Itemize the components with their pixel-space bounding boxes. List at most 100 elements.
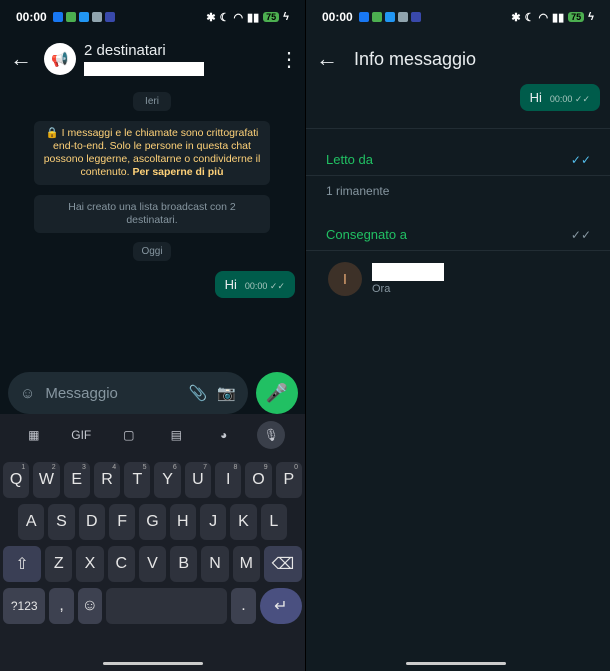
key-label: B [178,555,190,572]
key-number-hint: 1 [21,464,26,471]
key-label: C [115,555,128,572]
backspace-key[interactable]: ⌫ [263,546,303,582]
sticker-icon[interactable]: ▢ [105,428,153,442]
divider [306,128,610,129]
key-h[interactable]: H [169,504,196,540]
charging-icon: ϟ [588,11,594,23]
key-label: V [147,555,158,572]
grid-icon[interactable]: ▦ [10,428,58,442]
key-p[interactable]: P0 [275,462,302,498]
key-label: E [71,471,83,488]
attach-icon[interactable]: 📎 [189,384,208,402]
outgoing-message[interactable]: Hi 00:00 ✓✓ [214,271,295,298]
key-n[interactable]: N [201,546,229,582]
sticker-icon[interactable]: ☺ [20,385,35,402]
broadcast-avatar[interactable]: 📢 [44,43,76,75]
key-b[interactable]: B [170,546,198,582]
app-icon [384,12,395,22]
key-label: M [239,555,253,572]
key-label: L [269,513,279,530]
key-a[interactable]: A [18,504,45,540]
key-f[interactable]: F [108,504,136,540]
key-i[interactable]: I8 [215,462,242,498]
key-x[interactable]: X [76,546,104,582]
app-icon [104,12,115,22]
facebook-icon [52,12,63,22]
key-z[interactable]: Z [45,546,73,582]
notification-icons [358,12,421,22]
key-label: Q [9,471,23,488]
key-label: J [209,513,218,530]
key-e[interactable]: E3 [63,462,90,498]
message-timestamp: 00:00 [244,281,268,291]
voice-record-button[interactable]: 🎤 [256,372,298,414]
key-t[interactable]: T5 [124,462,151,498]
back-arrow-icon[interactable]: ← [10,46,34,72]
read-by-section: Letto da ✓✓ [306,152,610,167]
key-l[interactable]: L [260,504,287,540]
message-list: Ieri 🔒 I messaggi e le chiamate sono cri… [0,84,305,414]
key-number-hint: 0 [294,464,298,471]
key-m[interactable]: M [232,546,260,582]
key-row-3: ⇧ Z X C V B N M ⌫ [0,546,305,582]
read-by-label: Letto da [326,152,373,167]
mic-icon: 🎤 [265,382,289,403]
key-label: A [25,513,37,530]
key-label: D [86,513,98,530]
chat-title-block[interactable]: 2 destinatari [84,42,279,76]
message-composer[interactable]: ☺ Messaggio 📎 📷 [8,372,248,414]
key-g[interactable]: G [139,504,166,540]
symbols-key[interactable]: ?123 [3,588,46,624]
palette-icon[interactable]: ◕ [200,428,248,442]
key-y[interactable]: Y6 [154,462,181,498]
key-o[interactable]: O9 [245,462,272,498]
outgoing-message: Hi 00:00 ✓✓ [519,84,600,111]
comma-key[interactable]: , [49,588,74,624]
camera-icon[interactable]: 📷 [217,384,236,402]
keyboard-mic-button[interactable]: 🎙 [248,421,296,449]
key-label: H [177,513,189,530]
gesture-bar [406,662,506,665]
key-row-2: ASD FGH JKL [0,504,305,540]
key-number-hint: 9 [263,464,268,471]
key-row-4: ?123 , ☺ . ↵ [0,588,305,624]
key-label: U [192,471,204,488]
key-number-hint: 3 [81,464,86,471]
key-w[interactable]: W2 [33,462,60,498]
more-options-icon[interactable]: ⋮ [279,47,299,72]
encryption-notice[interactable]: 🔒 I messaggi e le chiamate sono crittogr… [34,121,270,185]
back-arrow-icon[interactable]: ← [316,46,340,72]
key-label: O [252,471,265,488]
key-label: F [117,513,128,530]
mail-icon [91,12,102,22]
gif-button[interactable]: GIF [58,428,106,442]
shift-key[interactable]: ⇧ [3,546,42,582]
space-key[interactable] [105,588,228,624]
key-j[interactable]: J [199,504,227,540]
key-u[interactable]: U7 [184,462,212,498]
clipboard-icon[interactable]: ▤ [153,428,201,442]
period-key[interactable]: . [231,588,256,624]
key-q[interactable]: Q1 [3,462,30,498]
key-c[interactable]: C [107,546,135,582]
message-time: 00:00 ✓✓ [550,94,590,105]
delivered-contact-row[interactable]: I Ora [328,262,444,296]
learn-more-link[interactable]: Per saperne di più [132,166,223,178]
contact-avatar: I [328,262,362,296]
key-v[interactable]: V [138,546,167,582]
read-by-header: Letto da ✓✓ [326,152,591,167]
enter-key[interactable]: ↵ [259,588,302,624]
key-label: W [38,471,54,488]
emoji-key[interactable]: ☺ [77,588,102,624]
key-number-hint: 4 [112,464,117,471]
key-k[interactable]: K [230,504,257,540]
status-time: 00:00 [322,10,353,24]
message-info-panel: 00:00 ✱ ☾ ◠ ▮▮ 75 ϟ ← Info messaggio Hi … [305,0,610,671]
message-input[interactable]: Messaggio [45,385,178,402]
key-r[interactable]: R4 [93,462,121,498]
key-d[interactable]: D [78,504,105,540]
contact-info: Ora [372,263,444,295]
read-check-icon: ✓✓ [570,152,591,167]
notification-icons [52,12,115,22]
key-s[interactable]: S [48,504,75,540]
